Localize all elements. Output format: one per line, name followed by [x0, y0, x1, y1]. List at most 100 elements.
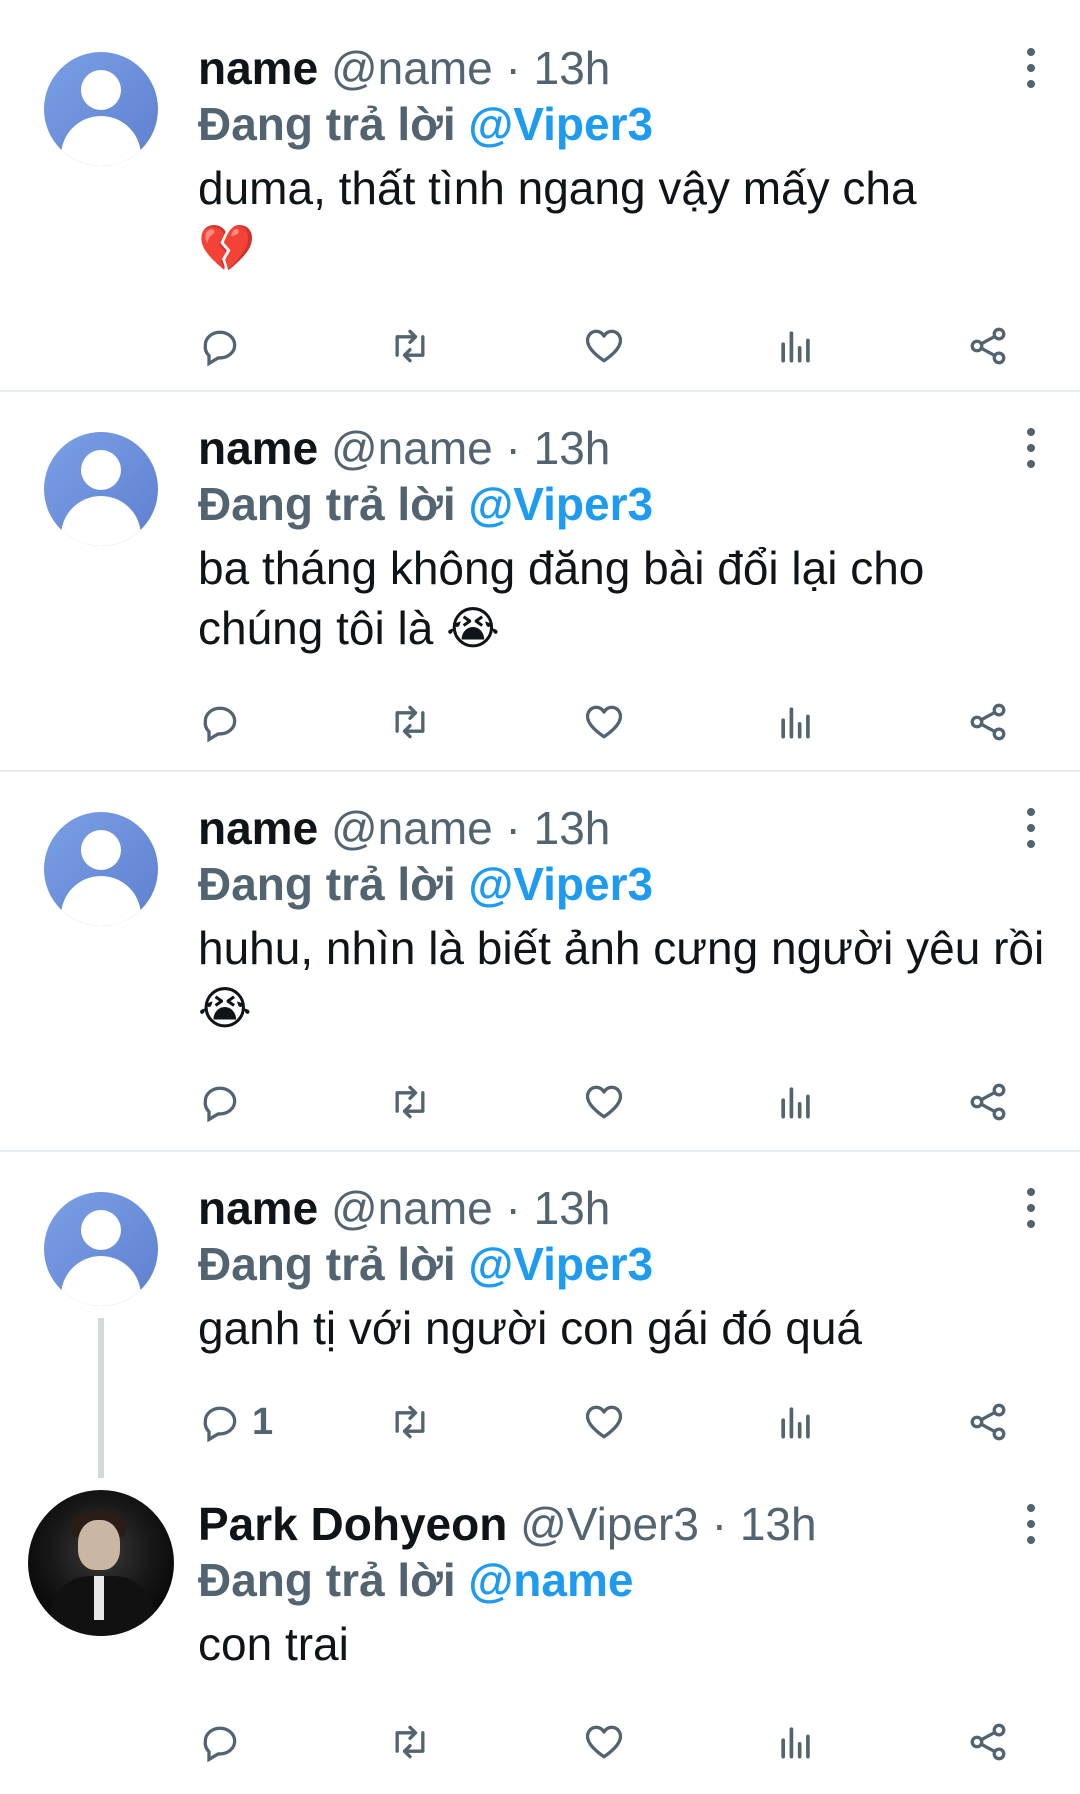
separator-dot: · — [505, 802, 521, 854]
retweet-icon — [395, 329, 425, 363]
retweet-button[interactable] — [388, 322, 432, 370]
avatar[interactable] — [44, 812, 158, 926]
retweet-button[interactable] — [388, 1718, 432, 1766]
retweet-icon — [395, 1405, 425, 1439]
retweet-icon — [395, 1725, 425, 1759]
reply-button[interactable] — [198, 1718, 252, 1766]
tweet-actions: 1 — [198, 1398, 1080, 1446]
heart-icon — [585, 1405, 623, 1439]
retweet-button[interactable] — [388, 698, 432, 746]
heart-icon — [585, 1085, 623, 1119]
tweet[interactable]: name @name · 13h Đang trả lời @Viper3 hu… — [0, 772, 1080, 1152]
mention-link[interactable]: @name — [468, 1554, 633, 1606]
tweet[interactable]: Park Dohyeon @Viper3 · 13h Đang trả lời … — [0, 1472, 1080, 1792]
separator-dot: · — [505, 42, 521, 94]
analytics-icon — [781, 707, 810, 739]
reply-icon — [203, 706, 237, 743]
analytics-button[interactable] — [774, 698, 818, 746]
reply-prefix: Đang trả lời — [198, 1238, 456, 1290]
tweet-text-body: ba tháng không đăng bài đổi lại cho chún… — [198, 542, 925, 654]
tweet-actions — [198, 1078, 1080, 1126]
tweet-text-body: duma, thất tình ngang vậy mấy cha — [198, 162, 917, 214]
avatar[interactable] — [28, 1490, 174, 1636]
author-name[interactable]: name — [198, 42, 318, 94]
separator-dot: · — [505, 422, 521, 474]
reply-prefix: Đang trả lời — [198, 1554, 456, 1606]
tweet-actions — [198, 322, 1080, 370]
like-button[interactable] — [582, 1078, 626, 1126]
more-vertical-icon[interactable] — [1026, 808, 1036, 848]
reply-button[interactable]: 1 — [198, 1398, 273, 1446]
heart-icon — [585, 329, 623, 363]
avatar[interactable] — [44, 432, 158, 546]
share-icon — [970, 703, 1006, 741]
timestamp[interactable]: 13h — [534, 1182, 611, 1234]
like-button[interactable] — [582, 322, 626, 370]
analytics-button[interactable] — [774, 1398, 818, 1446]
thread-connector — [98, 1318, 104, 1478]
retweet-icon — [395, 1085, 425, 1119]
mention-link[interactable]: @Viper3 — [468, 1238, 653, 1290]
share-button[interactable] — [966, 1398, 1010, 1446]
author-name[interactable]: name — [198, 802, 318, 854]
separator-dot: · — [711, 1498, 728, 1550]
tweet-text: ba tháng không đăng bài đổi lại cho chún… — [198, 538, 1050, 658]
timestamp[interactable]: 13h — [534, 42, 611, 94]
analytics-button[interactable] — [774, 1078, 818, 1126]
reply-prefix: Đang trả lời — [198, 858, 456, 910]
share-button[interactable] — [966, 1718, 1010, 1766]
crying-face-emoji: 😭 — [198, 981, 252, 1035]
tweet[interactable]: name @name · 13h Đang trả lời @Viper3 du… — [0, 0, 1080, 392]
like-button[interactable] — [582, 1718, 626, 1766]
reply-count: 1 — [252, 1400, 274, 1443]
author-handle: @name — [330, 1182, 493, 1234]
mention-link[interactable]: @Viper3 — [468, 858, 653, 910]
tweet-header: Park Dohyeon @Viper3 · 13h — [198, 1496, 1050, 1552]
author-name[interactable]: name — [198, 422, 318, 474]
analytics-button[interactable] — [774, 1718, 818, 1766]
analytics-button[interactable] — [774, 322, 818, 370]
retweet-button[interactable] — [388, 1078, 432, 1126]
tweet-text: duma, thất tình ngang vậy mấy cha 💔 — [198, 158, 1050, 278]
reply-icon — [203, 1726, 237, 1763]
avatar[interactable] — [44, 1192, 158, 1306]
more-vertical-icon[interactable] — [1026, 1504, 1036, 1544]
share-button[interactable] — [966, 1078, 1010, 1126]
author-name[interactable]: Park Dohyeon — [198, 1498, 507, 1550]
reply-prefix: Đang trả lời — [198, 478, 456, 530]
more-vertical-icon[interactable] — [1026, 428, 1036, 468]
retweet-button[interactable] — [388, 1398, 432, 1446]
heart-icon — [585, 705, 623, 739]
reply-button[interactable] — [198, 1078, 252, 1126]
like-button[interactable] — [582, 698, 626, 746]
timestamp[interactable]: 13h — [534, 802, 611, 854]
mention-link[interactable]: @Viper3 — [468, 98, 653, 150]
heart-icon — [585, 1725, 623, 1759]
tweet-text-body: huhu, nhìn là biết ảnh cưng người yêu rồ… — [198, 922, 1045, 974]
timestamp[interactable]: 13h — [740, 1498, 817, 1550]
mention-link[interactable]: @Viper3 — [468, 478, 653, 530]
author-handle: @name — [330, 42, 493, 94]
analytics-icon — [781, 1407, 810, 1439]
analytics-icon — [781, 1727, 810, 1759]
tweet-actions — [198, 1718, 1080, 1766]
replying-to: Đang trả lời @Viper3 — [198, 856, 1050, 912]
share-button[interactable] — [966, 322, 1010, 370]
reply-icon — [203, 1406, 237, 1443]
timestamp[interactable]: 13h — [534, 422, 611, 474]
more-vertical-icon[interactable] — [1026, 1188, 1036, 1228]
more-vertical-icon[interactable] — [1026, 48, 1036, 88]
like-button[interactable] — [582, 1398, 626, 1446]
share-icon — [970, 1083, 1006, 1121]
reply-button[interactable] — [198, 698, 252, 746]
reply-button[interactable] — [198, 322, 252, 370]
share-button[interactable] — [966, 698, 1010, 746]
tweet[interactable]: name @name · 13h Đang trả lời @Viper3 ga… — [0, 1152, 1080, 1478]
replying-to: Đang trả lời @Viper3 — [198, 476, 1050, 532]
tweet[interactable]: name @name · 13h Đang trả lời @Viper3 ba… — [0, 392, 1080, 772]
retweet-icon — [395, 705, 425, 739]
avatar[interactable] — [44, 52, 158, 166]
analytics-icon — [781, 1087, 810, 1119]
share-icon — [970, 1723, 1006, 1761]
author-name[interactable]: name — [198, 1182, 318, 1234]
